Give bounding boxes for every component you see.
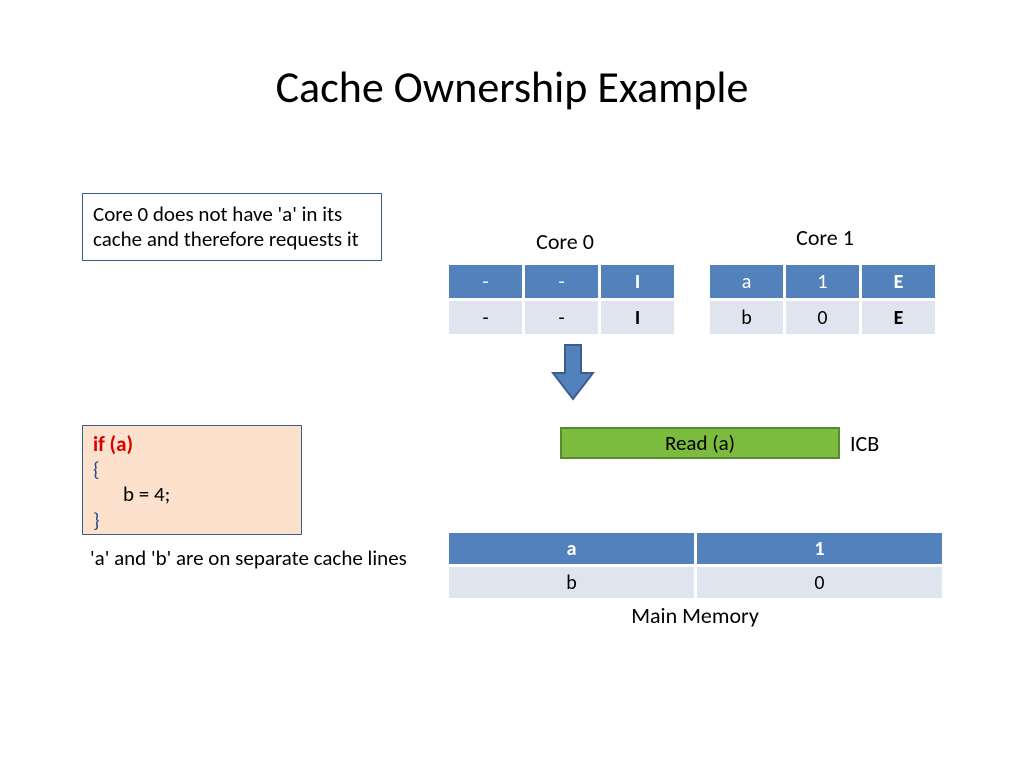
core0-label: Core 0 — [500, 228, 630, 255]
code-body: b = 4; — [93, 482, 291, 507]
main-memory-table: a 1 b 0 — [446, 530, 945, 601]
cache-cell: a — [709, 264, 785, 300]
memory-cell: b — [448, 566, 696, 600]
icb-label: ICB — [850, 430, 879, 457]
core1-cache-table: a 1 E b 0 E — [707, 262, 938, 337]
memory-cell: 0 — [696, 566, 944, 600]
explanation-note: Core 0 does not have 'a' in its cache an… — [82, 193, 382, 261]
cache-cell: - — [448, 300, 524, 336]
code-snippet: if (a) { b = 4; } — [82, 425, 302, 535]
memory-cell: a — [448, 532, 696, 566]
cache-cell: - — [448, 264, 524, 300]
cache-cell: E — [861, 264, 937, 300]
cache-cell: 0 — [785, 300, 861, 336]
cache-cell: b — [709, 300, 785, 336]
core0-cache-table: - - I - - I — [446, 262, 677, 337]
cache-cell: I — [600, 264, 676, 300]
main-memory-label: Main Memory — [446, 602, 944, 629]
slide-title: Cache Ownership Example — [0, 0, 1024, 114]
code-footnote: 'a' and 'b' are on separate cache lines — [90, 545, 407, 571]
cache-cell: I — [600, 300, 676, 336]
code-open-brace: { — [93, 457, 291, 482]
cache-cell: - — [524, 300, 600, 336]
core1-label: Core 1 — [760, 224, 890, 251]
cache-cell: 1 — [785, 264, 861, 300]
down-arrow-icon — [551, 343, 595, 401]
cache-cell: - — [524, 264, 600, 300]
code-close-brace: } — [93, 508, 291, 533]
memory-cell: 1 — [696, 532, 944, 566]
code-if-line: if (a) — [93, 432, 291, 457]
cache-cell: E — [861, 300, 937, 336]
icb-action-bar: Read (a) — [560, 427, 840, 459]
